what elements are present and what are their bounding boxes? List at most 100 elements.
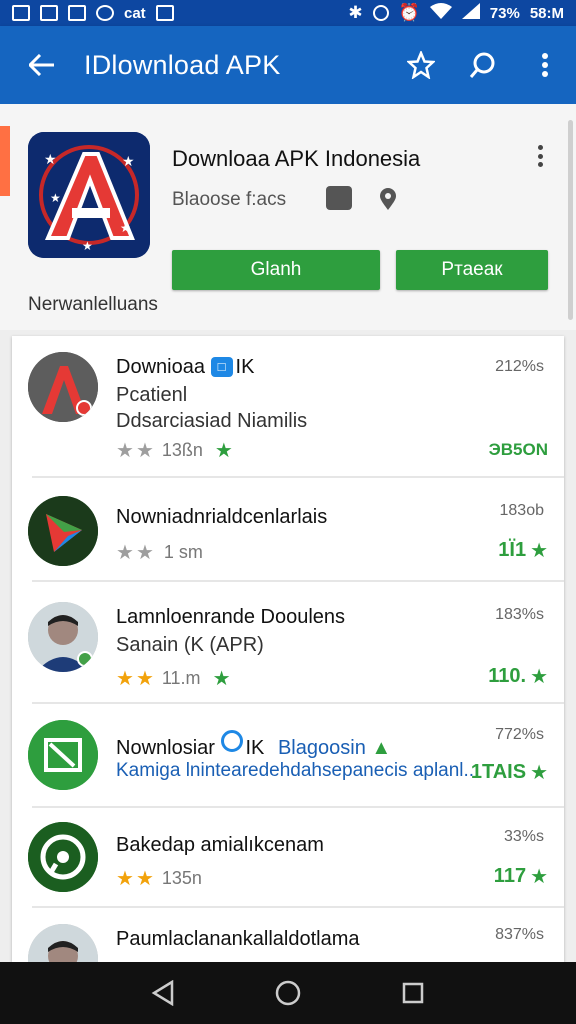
app-avatar: [28, 602, 98, 672]
list-item-description: Kamiga lnintearedehdahsepanecis aplanl..…: [116, 760, 480, 781]
list-item-badge: IK: [245, 737, 265, 759]
svg-text:★: ★: [44, 151, 57, 167]
list-item[interactable]: Nowniadnrialdcenlarlais ★ ★ 1 sm 183ob 1Ї…: [12, 478, 564, 582]
app-avatar: [28, 496, 98, 566]
svg-text:★: ★: [120, 221, 131, 235]
status-bar: cat ✱ ⏰ 73% 58:M: [0, 0, 576, 26]
list-item[interactable]: Bakedap amialıkcenam ★ ★ 135n 33%s 117 ★: [12, 808, 564, 908]
image-icon: [12, 5, 30, 21]
list-item[interactable]: Downioaa □ IK Pcatienl Ddsarciasiad Niami…: [12, 336, 564, 478]
star-icon: ★: [116, 542, 134, 564]
nav-home-button[interactable]: [263, 968, 313, 1018]
star-icon: ★: [116, 668, 134, 690]
list-item-meta: 13ßn: [161, 440, 203, 460]
app-more-options-button[interactable]: [530, 142, 550, 170]
list-item-title: Downioaa: [116, 356, 205, 378]
list-item-description: Ddsarciasiad Niamilis: [116, 410, 308, 432]
app-avatar: [28, 720, 98, 790]
app-header-card: ★ ★ ★ ★ ★ Downloaa APK Indonesia Blaoose…: [0, 104, 576, 330]
app-avatar: [28, 352, 98, 422]
list-item-size: 183ob: [499, 502, 545, 519]
rating-row: ★ ★ 135n: [116, 866, 202, 891]
star-icon: ★: [135, 868, 154, 890]
app-avatar: [28, 924, 98, 962]
list-item-title: Nownlosiar: [116, 737, 215, 759]
nav-recents-button[interactable]: [388, 968, 438, 1018]
clock: 58:M: [529, 4, 564, 22]
svg-text:★: ★: [122, 153, 135, 169]
list-item-size: 837%s: [495, 926, 544, 943]
star-icon: ★: [530, 540, 548, 562]
app-logo: ★ ★ ★ ★ ★: [28, 132, 150, 258]
app-list: Downioaa □ IK Pcatienl Ddsarciasiad Niami…: [12, 336, 564, 962]
mail-icon: [40, 5, 58, 21]
star-icon: ★: [530, 762, 548, 784]
star-icon: ★: [135, 542, 154, 564]
bluetooth-icon: ✱: [348, 3, 363, 22]
rating-row: ★ ★ 1 sm: [116, 540, 203, 565]
list-item-meta: 11.m: [161, 668, 201, 688]
list-item-size: 183%s: [495, 606, 544, 623]
star-icon: ★: [530, 666, 548, 688]
star-icon: ★: [212, 668, 231, 690]
app-bar: IDlownload APK: [0, 26, 576, 104]
circle-home-icon: [275, 980, 301, 1006]
primary-action-button[interactable]: Glanh: [172, 250, 380, 290]
vibrate-icon: [372, 5, 389, 21]
app-badge-icon: [220, 730, 243, 752]
list-item-meta: 1 sm: [163, 542, 203, 562]
navigation-bar: [0, 962, 576, 1024]
back-button[interactable]: [0, 26, 84, 104]
list-item-rating: 110.: [488, 665, 527, 687]
arrow-back-icon: [29, 54, 54, 76]
close-box-icon: [155, 5, 174, 21]
tree-icon: ▲: [371, 737, 392, 759]
star-icon: ★: [214, 440, 233, 462]
app-name: Downloaa APK Indonesia: [172, 146, 421, 171]
scrollbar[interactable]: [568, 120, 573, 320]
list-item-rating: 1Ї1: [498, 539, 527, 561]
location-pin-icon[interactable]: [378, 188, 398, 210]
app-badge-icon: □: [210, 357, 233, 377]
secondary-action-button[interactable]: Ртаеак: [396, 250, 548, 290]
nav-back-button[interactable]: [138, 968, 188, 1018]
svg-text:★: ★: [50, 191, 61, 205]
more-options-button[interactable]: [514, 26, 576, 104]
status-text: cat: [124, 4, 146, 22]
wifi-icon: [429, 2, 452, 24]
list-item-title: Bakedap amialıkcenam: [116, 834, 324, 856]
alarm-icon: ⏰: [398, 3, 420, 22]
list-item-rating: 1TAIS: [470, 761, 527, 783]
list-item-title: Nowniadnrialdcenlarlais: [116, 506, 328, 528]
list-item-badge: IK: [235, 356, 255, 378]
star-icon: ★: [116, 868, 134, 890]
list-item[interactable]: Nownlosiar IK Blagoosin ▲ Kamiga lnintea…: [12, 704, 564, 808]
image-badge-icon[interactable]: [326, 186, 352, 210]
rating-row: ★ ★ 13ßn ★: [116, 438, 233, 463]
list-item-subtitle: Pcatienl: [116, 384, 188, 406]
list-item-size: 33%s: [503, 828, 544, 845]
list-item[interactable]: Lamnloenrande Dooulens Sanain (K (APR) ★…: [12, 582, 564, 704]
svg-text:★: ★: [82, 239, 93, 253]
rating-row: ★ ★ 11.m ★: [116, 666, 231, 691]
list-item[interactable]: Paumlaclanankallaldotlama 837%s: [12, 908, 564, 962]
more-vert-icon: [542, 53, 548, 77]
app-avatar: [28, 822, 98, 892]
app-developer: Blaoose f:acs: [172, 189, 287, 210]
photo-icon: [68, 5, 86, 21]
favorite-button[interactable]: [390, 26, 452, 104]
battery-level: 73%: [489, 4, 520, 22]
list-item-title: Paumlaclanankallaldotlama: [116, 928, 360, 950]
search-button[interactable]: [452, 26, 514, 104]
list-item-tag: Blagoosin: [277, 737, 366, 759]
header-note: Nerwanlelluans: [28, 294, 158, 315]
accent-tab: [0, 126, 10, 196]
list-item-rating: ЭВ5ОN: [488, 440, 548, 459]
signal-icon: [461, 2, 480, 24]
list-item-meta: 135n: [161, 868, 202, 888]
square-recents-icon: [403, 982, 424, 1004]
star-icon: ★: [116, 440, 134, 462]
list-item-rating: 117: [493, 865, 527, 887]
list-item-subtitle: Sanain (K (APR): [116, 634, 264, 656]
search-icon: [469, 52, 495, 78]
